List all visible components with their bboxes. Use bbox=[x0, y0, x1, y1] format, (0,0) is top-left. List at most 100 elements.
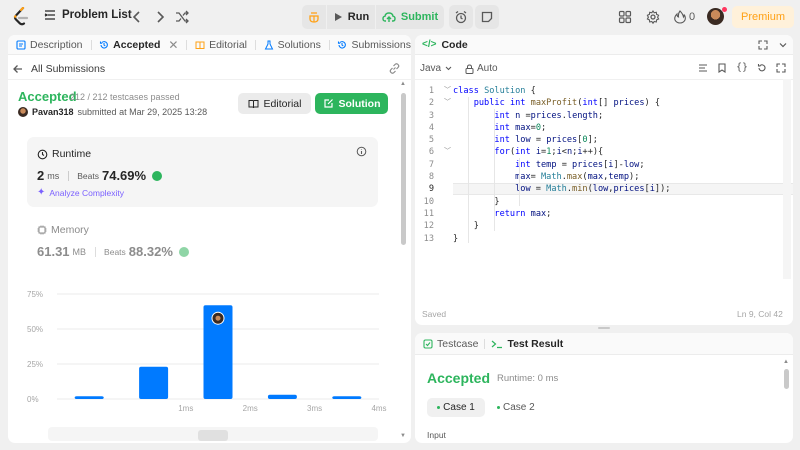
premium-label: Premium bbox=[740, 11, 785, 23]
scroll-down-icon[interactable]: ▼ bbox=[400, 433, 406, 439]
x-tick-label: 3ms bbox=[307, 404, 322, 413]
code-title: Code bbox=[441, 38, 468, 51]
chevron-left-icon[interactable] bbox=[129, 9, 145, 25]
cursor-position: Ln 9, Col 42 bbox=[737, 309, 783, 319]
chevron-right-icon[interactable] bbox=[152, 9, 168, 25]
note-icon bbox=[481, 11, 493, 23]
terminal-icon bbox=[492, 340, 503, 348]
case-2-label: Case 2 bbox=[503, 402, 535, 413]
scroll-up-icon[interactable]: ▲ bbox=[400, 81, 406, 87]
runtime-title-label: Runtime bbox=[52, 148, 92, 160]
run-button[interactable]: Run bbox=[327, 5, 375, 29]
y-tick-label: 0% bbox=[27, 395, 39, 404]
result-tab-bar: Testcase Test Result bbox=[415, 333, 793, 355]
runtime-card[interactable]: Runtime 2 ms Beats 74.69% ✦ Analyze Comp… bbox=[27, 137, 378, 207]
tab-label: Solutions bbox=[277, 38, 321, 51]
debug-button[interactable] bbox=[302, 5, 326, 29]
x-tick-label: 2ms bbox=[243, 404, 258, 413]
chip-icon bbox=[37, 225, 47, 235]
tab-testcase[interactable]: Testcase bbox=[423, 338, 478, 350]
checkbox-icon bbox=[423, 338, 433, 349]
submit-button[interactable]: Submit bbox=[376, 5, 444, 29]
info-icon[interactable] bbox=[356, 146, 367, 157]
all-submissions-link[interactable]: All Submissions bbox=[12, 63, 105, 75]
tab-submissions[interactable]: Submissions bbox=[337, 39, 411, 51]
runtime-distribution-chart[interactable]: 0% 25% 50% 75% 1ms 2ms 3ms 4ms bbox=[27, 287, 387, 427]
accepted-status: Accepted bbox=[18, 89, 77, 104]
clock-icon bbox=[37, 149, 48, 159]
premium-button[interactable]: Premium bbox=[732, 6, 794, 28]
left-scrollbar[interactable] bbox=[401, 93, 406, 245]
editorial-button[interactable]: Editorial bbox=[238, 93, 311, 114]
runtime-unit: ms bbox=[47, 170, 60, 181]
x-tick-label: 4ms bbox=[371, 404, 386, 413]
editor-scrollbar[interactable] bbox=[783, 79, 791, 279]
book-icon bbox=[195, 41, 205, 49]
analyze-label: Analyze Complexity bbox=[49, 187, 125, 198]
code-editor[interactable]: class Solution { public int maxProfit(in… bbox=[453, 85, 670, 245]
share-link-icon[interactable] bbox=[388, 62, 401, 75]
history-icon bbox=[100, 40, 109, 49]
problem-list-button[interactable]: Problem List bbox=[44, 9, 132, 21]
book-icon bbox=[248, 99, 259, 108]
run-submit-bar: Run Submit bbox=[302, 5, 444, 29]
tab-accepted[interactable]: Accepted ✕ bbox=[99, 38, 178, 52]
layout-grid-icon[interactable] bbox=[618, 10, 632, 24]
timer-button[interactable] bbox=[449, 5, 473, 29]
lock-icon bbox=[465, 63, 474, 74]
all-submissions-label: All Submissions bbox=[31, 63, 106, 75]
result-scrollbar[interactable] bbox=[784, 369, 789, 389]
user-marker-face bbox=[215, 315, 221, 321]
format-icon[interactable] bbox=[698, 63, 708, 73]
scroll-up-icon[interactable]: ▲ bbox=[783, 359, 789, 365]
chart-bar[interactable] bbox=[139, 366, 169, 399]
auto-mode[interactable]: Auto bbox=[465, 63, 498, 74]
settings-gear-icon[interactable] bbox=[646, 10, 660, 24]
chart-bar[interactable] bbox=[74, 396, 104, 399]
tab-label: Test Result bbox=[507, 337, 564, 350]
bug-icon bbox=[309, 12, 319, 23]
tab-label: Submissions bbox=[351, 38, 411, 51]
analyze-complexity-button[interactable]: ✦ Analyze Complexity bbox=[37, 187, 124, 198]
solution-button[interactable]: Solution bbox=[315, 93, 388, 114]
problem-list-label: Problem List bbox=[62, 9, 132, 21]
memory-title[interactable]: Memory bbox=[37, 224, 89, 236]
runtime-beats-value: 74.69% bbox=[101, 168, 147, 183]
shuffle-icon[interactable] bbox=[174, 9, 190, 25]
play-icon bbox=[334, 13, 342, 21]
result-status: Accepted bbox=[427, 370, 491, 386]
chart-scroll-thumb[interactable] bbox=[198, 430, 228, 441]
resize-handle[interactable] bbox=[598, 327, 610, 329]
streak-count: 0 bbox=[689, 11, 696, 23]
chevron-down-icon bbox=[445, 66, 452, 71]
pass-dot bbox=[437, 406, 441, 409]
case-1-button[interactable]: Case 1 bbox=[427, 398, 485, 417]
tab-description[interactable]: Description bbox=[16, 39, 83, 51]
fold-markers[interactable]: ﹀ ﹀ ﹀ bbox=[444, 85, 451, 159]
fullscreen-icon[interactable] bbox=[776, 62, 786, 73]
language-value: Java bbox=[420, 63, 442, 74]
username[interactable]: Pavan318 bbox=[32, 107, 74, 117]
maximize-icon[interactable] bbox=[758, 40, 768, 50]
tab-solutions[interactable]: Solutions bbox=[264, 39, 321, 51]
tab-test-result[interactable]: Test Result bbox=[491, 338, 563, 350]
notes-button[interactable] bbox=[475, 5, 499, 29]
reset-icon[interactable] bbox=[757, 63, 767, 73]
input-label: Input bbox=[427, 430, 446, 440]
left-tab-bar: Description Accepted ✕ Editorial Solutio… bbox=[8, 35, 411, 55]
streak-counter[interactable]: 0 bbox=[674, 10, 695, 24]
tab-editorial[interactable]: Editorial bbox=[195, 39, 247, 51]
chevron-down-icon[interactable] bbox=[778, 40, 788, 50]
chart-scroll-track[interactable] bbox=[48, 427, 378, 441]
braces-icon[interactable]: {} bbox=[736, 62, 748, 73]
bookmark-icon[interactable] bbox=[717, 62, 727, 73]
case-2-button[interactable]: Case 2 bbox=[497, 398, 535, 417]
result-runtime: Runtime: 0 ms bbox=[497, 373, 559, 384]
run-label: Run bbox=[347, 11, 370, 23]
language-select[interactable]: Java bbox=[420, 63, 453, 74]
close-tab-icon[interactable]: ✕ bbox=[168, 38, 178, 52]
memory-unit: MB bbox=[72, 246, 87, 257]
leetcode-logo-icon[interactable] bbox=[12, 7, 30, 27]
chart-bar[interactable] bbox=[332, 396, 362, 399]
chart-bar[interactable] bbox=[267, 394, 297, 399]
